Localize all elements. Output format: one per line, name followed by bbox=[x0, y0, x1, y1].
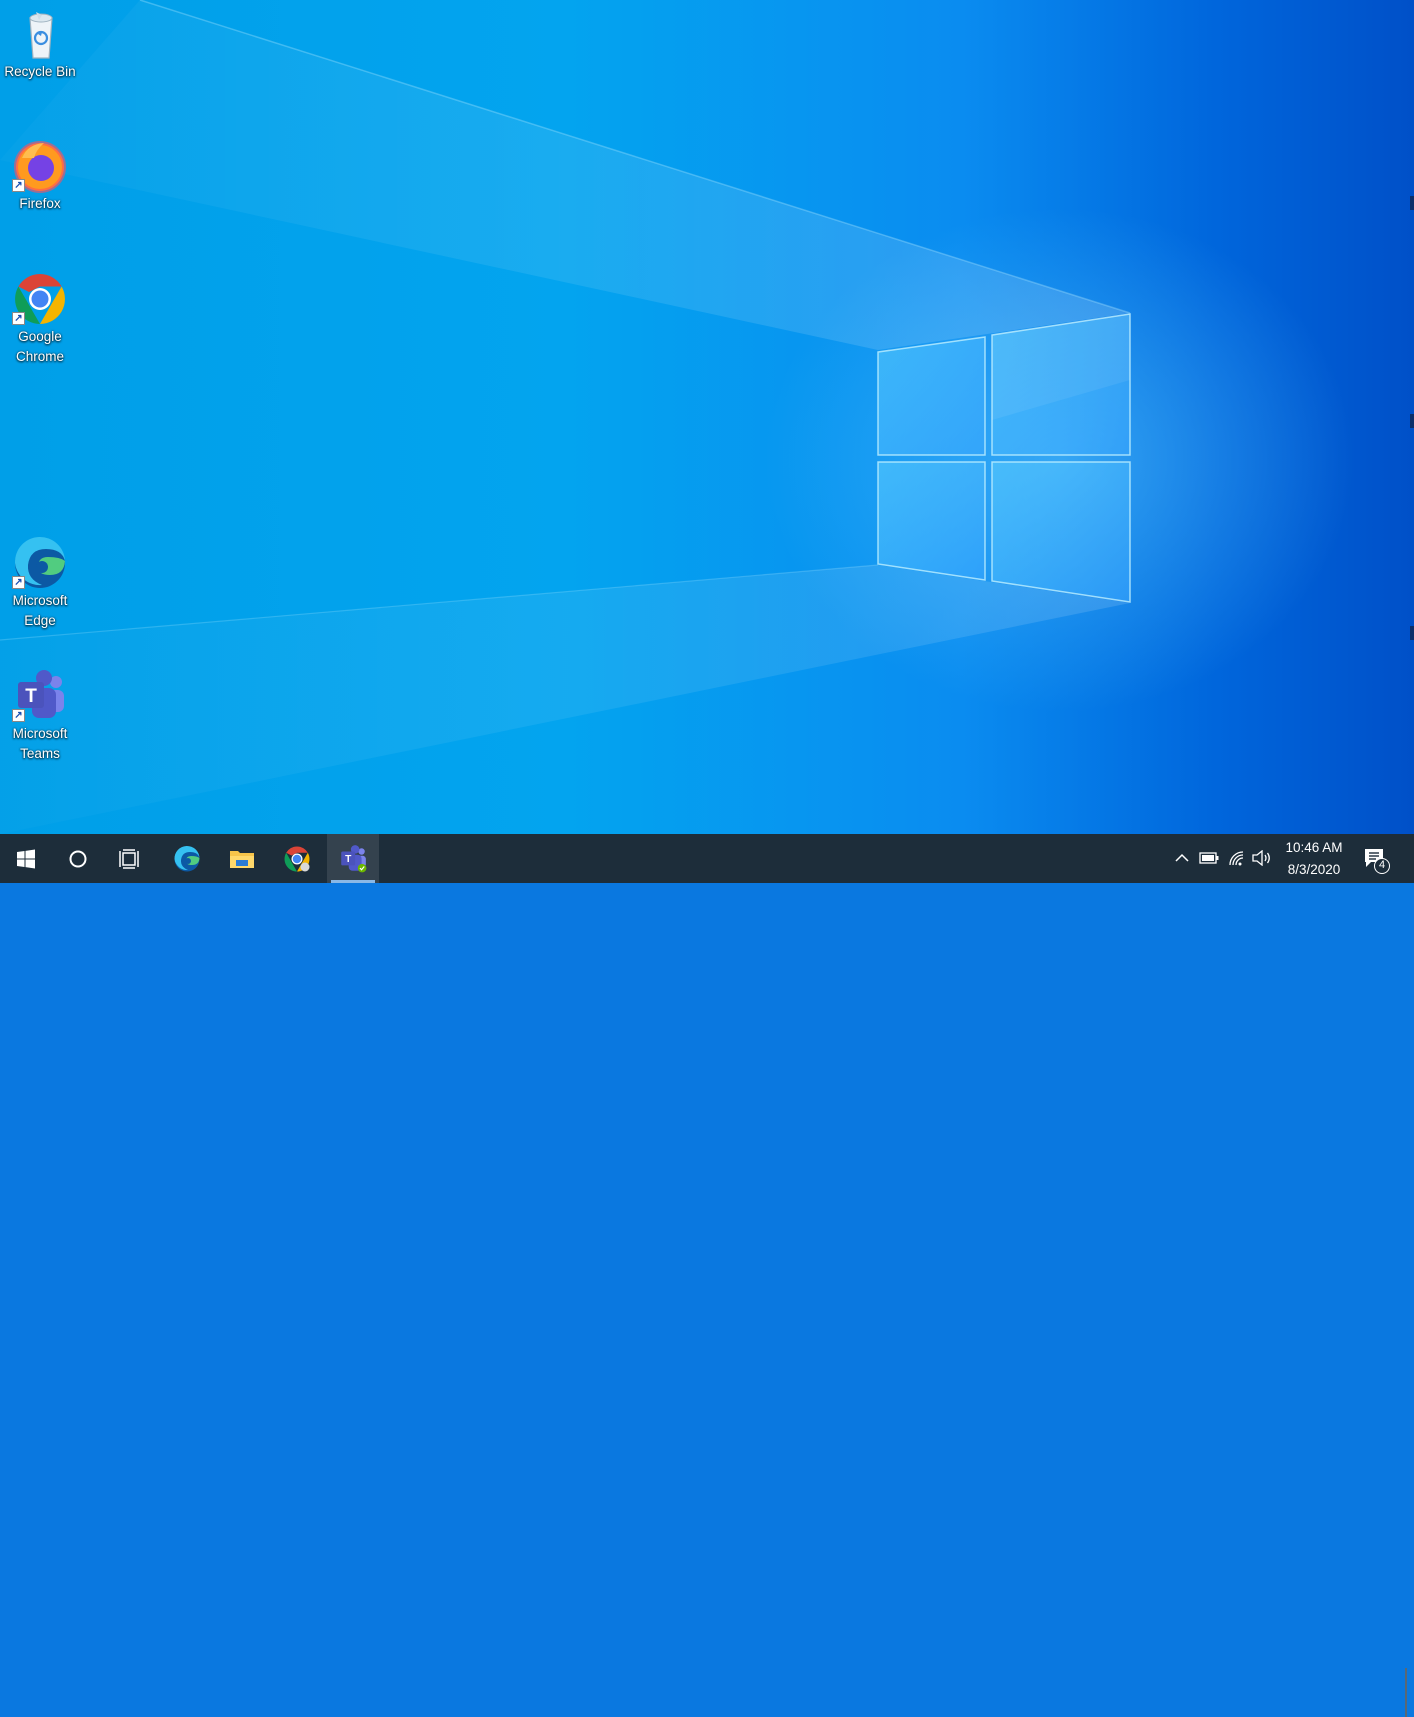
chrome-icon: ↗ bbox=[12, 271, 68, 327]
battery-icon bbox=[1199, 852, 1219, 864]
wifi-icon bbox=[1229, 851, 1244, 866]
recycle-bin-label: Recycle Bin bbox=[4, 64, 76, 79]
teams-icon: T ↗ bbox=[12, 668, 68, 724]
clock-date: 8/3/2020 bbox=[1287, 862, 1341, 877]
desktop-icon-microsoft-teams[interactable]: T ↗ Microsoft Teams bbox=[0, 668, 80, 764]
firefox-icon: ↗ bbox=[12, 138, 68, 194]
desktop-icon-microsoft-edge[interactable]: ↗ Microsoft Edge bbox=[0, 535, 80, 631]
taskbar-chrome-button[interactable] bbox=[271, 834, 323, 883]
volume-icon bbox=[1252, 850, 1270, 866]
firefox-label: Firefox bbox=[19, 196, 61, 211]
task-view-icon bbox=[119, 848, 139, 869]
cortana-circle-icon bbox=[69, 850, 87, 867]
microsoft-teams-label: Microsoft Teams bbox=[12, 726, 68, 761]
shortcut-arrow-icon: ↗ bbox=[12, 576, 25, 589]
windows-start-icon bbox=[17, 849, 35, 868]
windows-hero-wallpaper bbox=[0, 0, 1131, 834]
teams-icon: T bbox=[341, 844, 367, 872]
desktop-icon-google-chrome[interactable]: ↗ Google Chrome bbox=[0, 271, 80, 367]
notification-count-badge: 4 bbox=[1374, 858, 1390, 874]
taskbar-edge-button[interactable] bbox=[161, 834, 213, 883]
screen-edge-marks bbox=[1410, 0, 1414, 834]
desktop-icon-recycle-bin[interactable]: Recycle Bin bbox=[0, 6, 80, 82]
edge-icon: ↗ bbox=[12, 535, 68, 591]
shortcut-arrow-icon: ↗ bbox=[12, 709, 25, 722]
svg-text:T: T bbox=[345, 854, 352, 865]
show-desktop-button[interactable] bbox=[1405, 1668, 1407, 1717]
shortcut-arrow-icon: ↗ bbox=[12, 179, 25, 192]
taskbar: T 10:46 AM 8/3/2020 bbox=[0, 834, 1414, 1717]
volume-button[interactable] bbox=[1250, 846, 1274, 870]
microsoft-edge-label: Microsoft Edge bbox=[12, 593, 68, 628]
taskbar-file-explorer-button[interactable] bbox=[216, 834, 268, 883]
desktop[interactable]: Recycle Bin ↗ Firefox ↗ Google Chrome ↗ … bbox=[0, 0, 1414, 834]
start-button[interactable] bbox=[0, 834, 52, 883]
battery-button[interactable] bbox=[1197, 846, 1221, 870]
recycle-bin-icon bbox=[12, 6, 68, 62]
edge-icon bbox=[174, 845, 200, 871]
shortcut-arrow-icon: ↗ bbox=[12, 312, 25, 325]
search-button[interactable] bbox=[52, 834, 104, 883]
chevron-up-icon bbox=[1175, 853, 1189, 862]
desktop-icon-firefox[interactable]: ↗ Firefox bbox=[0, 138, 80, 214]
chrome-icon bbox=[284, 846, 310, 871]
network-button[interactable] bbox=[1225, 846, 1249, 870]
taskbar-teams-button[interactable]: T bbox=[327, 834, 379, 883]
folder-icon bbox=[230, 850, 254, 868]
google-chrome-label: Google Chrome bbox=[15, 329, 64, 364]
task-view-button[interactable] bbox=[104, 834, 156, 883]
clock[interactable]: 10:46 AM 8/3/2020 bbox=[1276, 834, 1352, 883]
show-hidden-icons-button[interactable] bbox=[1170, 846, 1194, 870]
clock-time: 10:46 AM bbox=[1285, 840, 1343, 855]
svg-text:T: T bbox=[25, 686, 37, 707]
